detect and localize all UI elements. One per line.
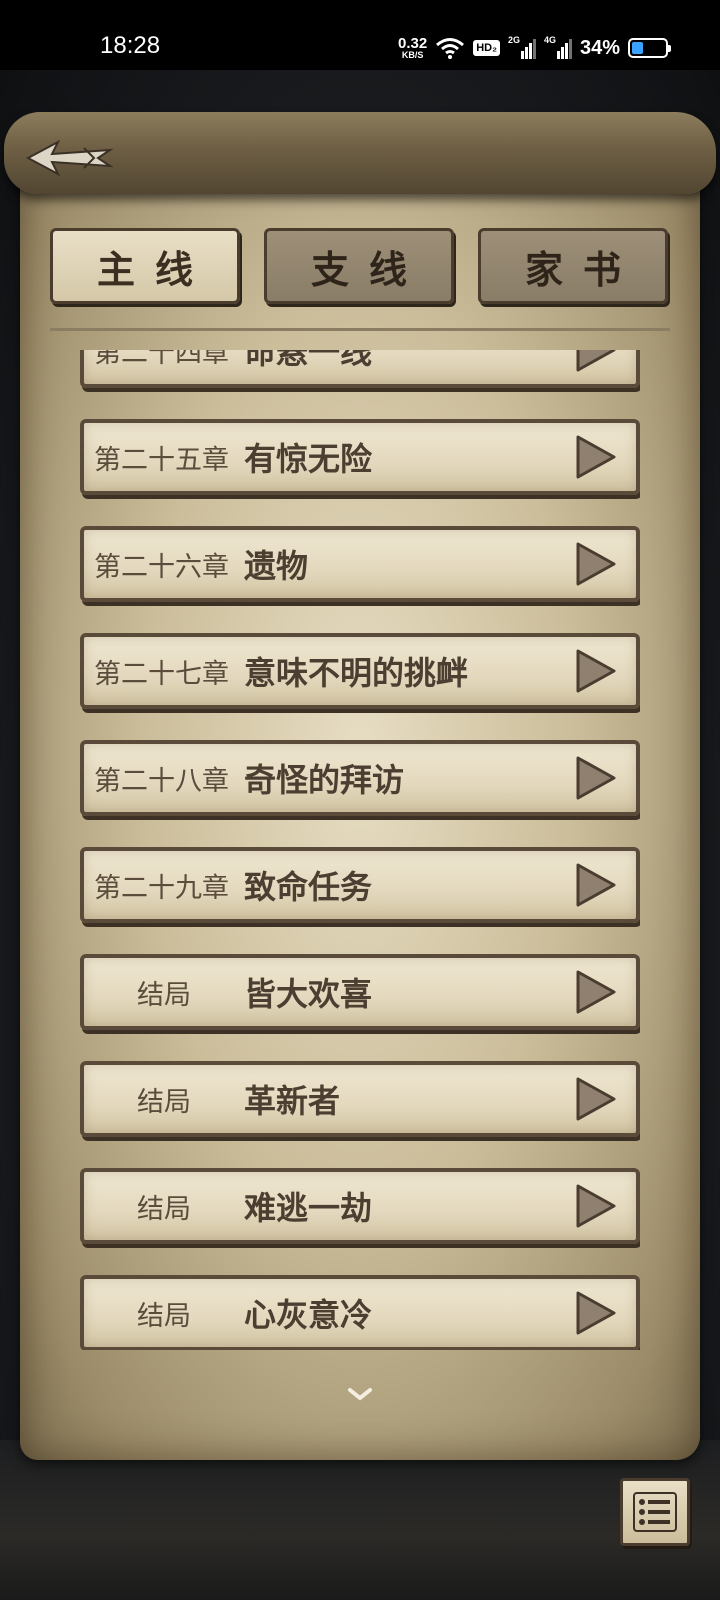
chapter-list[interactable]: 第二十四章 命悬一线 第二十五章 有惊无险 第二十六章 遗物 第二十七章 意味不明的挑衅 第二十… <box>80 350 640 1350</box>
chapter-row[interactable]: 结局 心灰意冷 <box>80 1275 640 1350</box>
chapter-number: 第二十七章 <box>94 658 229 690</box>
play-triangle-icon[interactable] <box>574 542 618 586</box>
chapter-row[interactable]: 第二十五章 有惊无险 <box>80 419 640 495</box>
chapter-number: 结局 <box>137 979 191 1011</box>
chapter-row[interactable]: 结局 难逃一劫 <box>80 1168 640 1244</box>
network-speed-value: 0.32 <box>397 35 428 52</box>
chapter-title: 心灰意冷 <box>244 1296 373 1334</box>
play-triangle-icon[interactable] <box>574 649 618 693</box>
chapter-title: 皆大欢喜 <box>244 975 373 1013</box>
tab-divider <box>50 328 670 331</box>
chapter-row[interactable]: 第二十七章 意味不明的挑衅 <box>80 633 640 709</box>
status-time: 18:28 <box>100 32 161 59</box>
chapter-title: 致命任务 <box>244 868 373 906</box>
signal-4g-icon: 4G <box>543 35 572 59</box>
status-bar: 18:28 0.32 KB/S HD₂ 2G 4G 34% <box>0 0 720 70</box>
chapter-title: 命悬一线 <box>244 350 373 371</box>
chapter-title: 奇怪的拜访 <box>244 761 405 799</box>
chapter-number: 结局 <box>137 1300 191 1332</box>
play-triangle-icon[interactable] <box>574 1291 618 1335</box>
signal-4g-label: 4G <box>543 35 556 45</box>
chapter-number: 结局 <box>137 1193 191 1225</box>
hd-badge: HD₂ <box>473 40 500 56</box>
arrow-left-icon <box>25 139 114 177</box>
tab-main-story[interactable]: 主线 <box>50 228 240 304</box>
chapter-row[interactable]: 结局 皆大欢喜 <box>80 954 640 1030</box>
tab-bar: 主线 支线 家书 <box>50 228 670 308</box>
chapter-title: 革新者 <box>244 1082 341 1120</box>
background-room <box>0 1440 720 1600</box>
signal-2g-label: 2G <box>507 35 520 45</box>
tab-side-story[interactable]: 支线 <box>264 228 454 304</box>
battery-fill <box>632 42 643 54</box>
tab-letters[interactable]: 家书 <box>478 228 668 304</box>
play-triangle-icon[interactable] <box>574 350 618 372</box>
chapter-row[interactable]: 第二十四章 命悬一线 <box>80 350 640 388</box>
menu-button[interactable] <box>620 1478 690 1546</box>
network-speed-unit: KB/S <box>401 50 424 60</box>
wifi-icon <box>436 38 465 59</box>
chapter-number: 第二十五章 <box>94 444 229 476</box>
play-triangle-icon[interactable] <box>574 863 618 907</box>
chapter-title: 难逃一劫 <box>244 1189 373 1227</box>
play-triangle-icon[interactable] <box>574 1077 618 1121</box>
chapter-row[interactable]: 第二十八章 奇怪的拜访 <box>80 740 640 816</box>
list-menu-icon <box>633 1492 677 1532</box>
play-triangle-icon[interactable] <box>574 970 618 1014</box>
battery-percent: 34% <box>579 36 620 59</box>
chapter-title: 遗物 <box>244 547 309 585</box>
status-icons: 0.32 KB/S HD₂ 2G 4G 34% <box>398 34 671 62</box>
chapter-number: 第二十四章 <box>94 350 229 369</box>
chevron-down-icon <box>348 1388 372 1401</box>
back-button[interactable] <box>22 128 118 188</box>
signal-2g-icon: 2G <box>507 35 536 59</box>
play-triangle-icon[interactable] <box>574 756 618 800</box>
chapter-number: 第二十九章 <box>94 872 229 904</box>
chapter-row[interactable]: 第二十九章 致命任务 <box>80 847 640 923</box>
play-triangle-icon[interactable] <box>574 435 618 479</box>
chapter-title: 有惊无险 <box>244 440 373 478</box>
chapter-number: 第二十六章 <box>94 551 229 583</box>
chapter-number: 结局 <box>137 1086 191 1118</box>
chapter-row[interactable]: 第二十六章 遗物 <box>80 526 640 602</box>
chapter-row[interactable]: 结局 革新者 <box>80 1061 640 1137</box>
network-speed: 0.32 KB/S <box>398 36 427 60</box>
play-triangle-icon[interactable] <box>574 1184 618 1228</box>
battery-icon <box>628 38 671 58</box>
chapter-number: 第二十八章 <box>94 765 229 797</box>
chapter-title: 意味不明的挑衅 <box>244 654 469 692</box>
